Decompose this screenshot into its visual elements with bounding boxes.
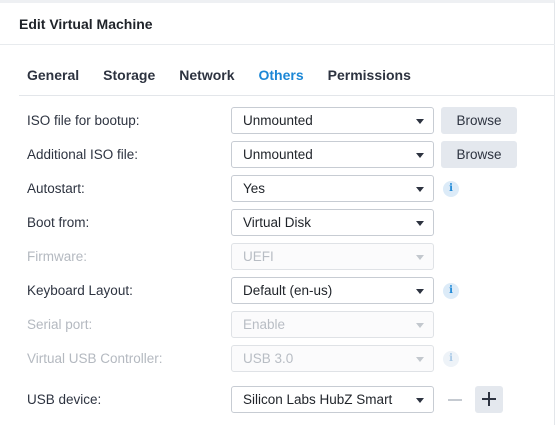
tab-bar: General Storage Network Others Permissio… [27,67,435,83]
tab-network[interactable]: Network [179,67,234,83]
info-icon[interactable]: i [443,283,459,299]
firmware-row: Firmware: UEFI [0,243,556,271]
iso-boot-label: ISO file for bootup: [27,113,140,128]
autostart-select[interactable]: Yes [231,175,434,202]
usb-controller-row: Virtual USB Controller: USB 3.0 i [0,345,556,373]
minus-icon [448,399,462,401]
chevron-down-icon [416,323,424,328]
iso-additional-label: Additional ISO file: [27,147,139,162]
serial-port-select: Enable [231,311,434,338]
iso-boot-value: Unmounted [243,113,313,128]
boot-from-select[interactable]: Virtual Disk [231,209,434,236]
iso-boot-browse-button[interactable]: Browse [441,107,517,134]
keyboard-value: Default (en-us) [243,283,333,298]
iso-additional-select[interactable]: Unmounted [231,141,434,168]
tab-general[interactable]: General [27,67,79,83]
serial-port-value: Enable [243,317,286,332]
usb-controller-label: Virtual USB Controller: [27,351,163,366]
info-icon[interactable]: i [443,181,459,197]
tab-others[interactable]: Others [259,67,304,83]
boot-from-value: Virtual Disk [243,215,312,230]
iso-additional-value: Unmounted [243,147,313,162]
usb-controller-select: USB 3.0 [231,345,434,372]
usb-device-label: USB device: [27,392,102,407]
chevron-down-icon [416,119,424,124]
info-icon: i [443,351,459,367]
usb-device-row: USB device: Silicon Labs HubZ Smart [0,386,556,414]
tab-storage[interactable]: Storage [103,67,155,83]
add-usb-device-button[interactable] [475,386,503,413]
keyboard-select[interactable]: Default (en-us) [231,277,434,304]
plus-icon-stroke [488,392,490,406]
autostart-value: Yes [243,181,266,196]
remove-usb-device-button [441,386,469,413]
firmware-value: UEFI [243,249,274,264]
usb-device-select[interactable]: Silicon Labs HubZ Smart [231,386,434,413]
serial-port-row: Serial port: Enable [0,311,556,339]
firmware-select: UEFI [231,243,434,270]
keyboard-row: Keyboard Layout: Default (en-us) i [0,277,556,305]
usb-device-value: Silicon Labs HubZ Smart [243,392,393,407]
chevron-down-icon [416,289,424,294]
chevron-down-icon [416,221,424,226]
iso-additional-browse-button[interactable]: Browse [441,141,517,168]
title-divider [0,44,555,45]
serial-port-label: Serial port: [27,317,93,332]
autostart-label: Autostart: [27,181,85,196]
chevron-down-icon [416,255,424,260]
chevron-down-icon [416,153,424,158]
tab-divider [19,95,555,96]
dialog-title: Edit Virtual Machine [19,16,153,32]
boot-from-row: Boot from: Virtual Disk [0,209,556,237]
iso-boot-select[interactable]: Unmounted [231,107,434,134]
chevron-down-icon [416,357,424,362]
keyboard-label: Keyboard Layout: [27,283,133,298]
autostart-row: Autostart: Yes i [0,175,556,203]
iso-boot-row: ISO file for bootup: Unmounted Browse [0,107,556,135]
edit-vm-dialog: Edit Virtual Machine General Storage Net… [0,0,555,425]
boot-from-label: Boot from: [27,215,90,230]
iso-additional-row: Additional ISO file: Unmounted Browse [0,141,556,169]
chevron-down-icon [416,398,424,403]
chevron-down-icon [416,187,424,192]
usb-controller-value: USB 3.0 [243,351,294,366]
tab-permissions[interactable]: Permissions [328,67,411,83]
firmware-label: Firmware: [27,249,87,264]
